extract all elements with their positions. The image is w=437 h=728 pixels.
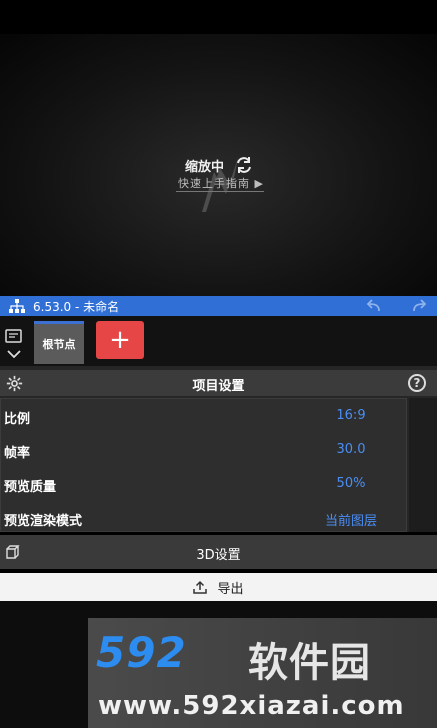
watermark-overlay: 592 软件园 www.592xiazai.com bbox=[88, 618, 437, 728]
3d-settings-label: 3D设置 bbox=[196, 548, 241, 563]
project-title: 6.53.0 - 未命名 bbox=[33, 299, 120, 314]
setting-row-aspect-ratio[interactable]: 比例 16:9 bbox=[1, 401, 408, 431]
settings-list: 比例 16:9 帧率 30.0 预览质量 50% 预览渲染模式 当前图层 bbox=[0, 398, 407, 532]
quick-start-guide-link[interactable]: 快速上手指南 ▶ bbox=[178, 175, 264, 191]
setting-value[interactable]: 30.0 bbox=[291, 442, 411, 457]
title-bar: 6.53.0 - 未命名 bbox=[0, 296, 437, 316]
undo-icon[interactable] bbox=[365, 299, 381, 313]
export-label: 导出 bbox=[217, 581, 244, 597]
3d-settings-section[interactable]: 3D设置 bbox=[0, 535, 437, 569]
setting-label: 帧率 bbox=[4, 446, 31, 461]
status-row: 缩放中 bbox=[185, 155, 254, 175]
setting-value[interactable]: 当前图层 bbox=[291, 510, 411, 529]
node-tab-bar: 根节点 + bbox=[0, 316, 437, 366]
zoom-status-text: 缩放中 bbox=[185, 159, 225, 175]
watermark-logo: 592 bbox=[96, 628, 187, 677]
export-button[interactable]: 导出 bbox=[0, 573, 437, 601]
redo-icon[interactable] bbox=[412, 299, 428, 313]
add-node-button[interactable]: + bbox=[96, 321, 144, 359]
setting-value[interactable]: 50% bbox=[291, 476, 411, 491]
setting-row-preview-quality[interactable]: 预览质量 50% bbox=[1, 469, 408, 499]
setting-value[interactable]: 16:9 bbox=[291, 408, 411, 423]
project-settings-panel: 项目设置 ? 比例 16:9 帧率 30.0 预览质量 50% 预览渲染模式 当… bbox=[0, 366, 437, 532]
setting-label: 预览质量 bbox=[4, 480, 57, 495]
settings-scrollbar[interactable] bbox=[409, 398, 437, 532]
hierarchy-icon[interactable] bbox=[9, 299, 25, 313]
setting-row-preview-render-mode[interactable]: 预览渲染模式 当前图层 bbox=[1, 503, 408, 533]
top-band bbox=[0, 0, 437, 34]
refresh-icon[interactable] bbox=[234, 155, 254, 175]
tab-root-node[interactable]: 根节点 bbox=[34, 321, 84, 364]
watermark-brand: 软件园 bbox=[248, 640, 371, 686]
help-icon[interactable]: ? bbox=[408, 374, 426, 392]
setting-label: 预览渲染模式 bbox=[4, 514, 83, 529]
panel-title: 项目设置 bbox=[192, 379, 245, 394]
setting-row-frame-rate[interactable]: 帧率 30.0 bbox=[1, 435, 408, 465]
setting-label: 比例 bbox=[4, 412, 31, 427]
guide-underline bbox=[176, 191, 264, 192]
project-settings-header: 项目设置 ? bbox=[0, 370, 437, 396]
export-icon bbox=[193, 580, 208, 594]
watermark-url: www.592xiazai.com bbox=[98, 691, 405, 721]
layer-menu-icon[interactable] bbox=[3, 328, 27, 366]
